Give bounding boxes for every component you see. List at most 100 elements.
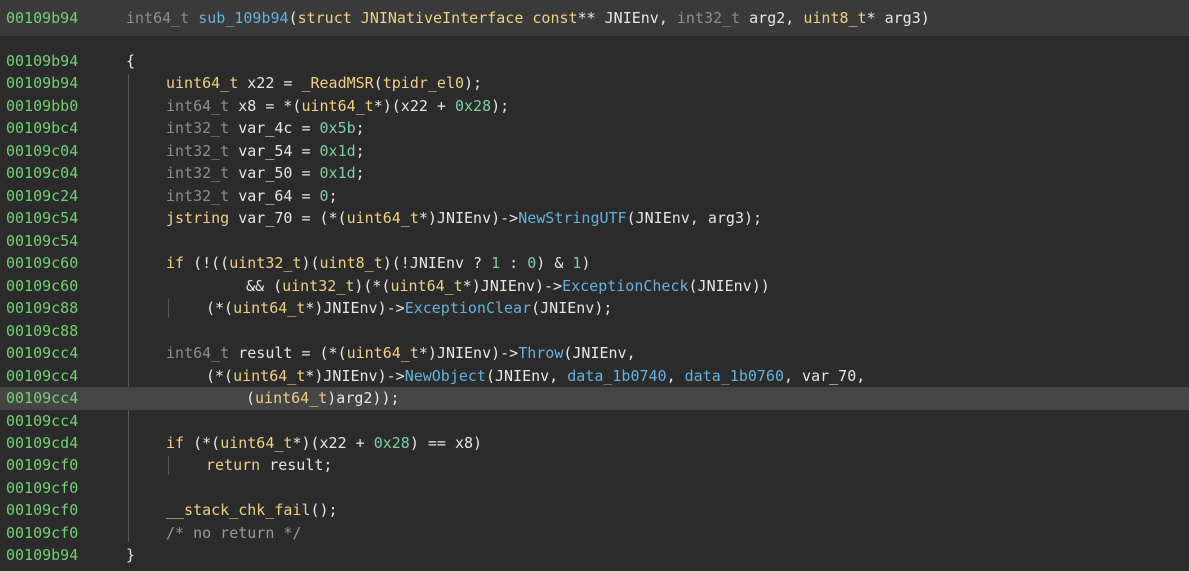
code-line-selected[interactable]: 00109cc4 (uint64_t)arg2)); [0,387,1189,410]
code-token[interactable]: (JNIEnv); [531,299,612,317]
code-token[interactable]: 0x1d [320,142,356,160]
code-token[interactable]: uint64_t [166,74,238,92]
code-token[interactable]: *)JNIEnv)-> [305,299,404,317]
code-token[interactable]: ; [356,164,365,182]
line-address[interactable]: 00109b94 [6,72,78,94]
line-address[interactable]: 00109c24 [6,185,78,207]
code-token[interactable]: (JNIEnv, [563,344,635,362]
code-token[interactable]: if [166,254,184,272]
code-token[interactable]: 0 [527,254,536,272]
code-token[interactable]: uint64_t [391,277,463,295]
line-code[interactable]: { [126,50,135,72]
line-address[interactable]: 00109cc4 [6,387,78,409]
line-code[interactable]: jstring var_70 = (*(uint64_t*)JNIEnv)->N… [166,207,762,229]
line-address[interactable]: 00109cf0 [6,454,78,476]
line-address[interactable]: 00109cc4 [6,365,78,387]
line-address[interactable]: 00109c88 [6,320,78,342]
code-token[interactable]: *)(x22 + [292,434,373,452]
code-token[interactable]: int32_t [166,187,229,205]
code-token[interactable]: )(!JNIEnv ? [383,254,491,272]
code-token[interactable]: ) == x8) [410,434,482,452]
line-address[interactable]: 00109bb0 [6,95,78,117]
code-line[interactable]: 00109c60 && (uint32_t)(*(uint64_t*)JNIEnv… [0,275,1189,297]
code-line[interactable]: 00109c88 [0,320,1189,342]
line-address[interactable]: 00109cf0 [6,477,78,499]
code-token[interactable]: sub_109b94 [198,9,288,27]
code-line[interactable]: 00109c60 if (!((uint32_t)(uint8_t)(!JNIEn… [0,252,1189,274]
line-address[interactable]: 00109bc4 [6,117,78,139]
code-token[interactable]: data_1b0760 [685,367,784,385]
code-token[interactable]: ( [289,9,298,27]
code-token[interactable]: (*( [206,367,233,385]
code-token[interactable]: && ( [246,277,282,295]
code-token[interactable]: tpidr_el0 [383,74,464,92]
line-address[interactable]: 00109cf0 [6,522,78,544]
code-line[interactable]: 00109c54 jstring var_70 = (*(uint64_t*)JN… [0,207,1189,229]
line-code[interactable]: if (!((uint32_t)(uint8_t)(!JNIEnv ? 1 : … [166,252,590,274]
code-token[interactable]: } [126,546,135,564]
code-token[interactable]: NewStringUTF [518,209,626,227]
code-token[interactable]: uint8_t [320,254,383,272]
code-token[interactable]: *)(x22 + [374,97,455,115]
code-line[interactable]: 00109cf0 /* no return */ [0,522,1189,544]
code-token[interactable]: var_70 = (*( [229,209,346,227]
line-code[interactable]: int32_t var_54 = 0x1d; [166,140,365,162]
code-token[interactable]: (JNIEnv, [486,367,567,385]
code-line[interactable]: 00109c04 int32_t var_50 = 0x1d; [0,162,1189,184]
line-code[interactable]: } [126,544,135,566]
code-token[interactable]: ; [329,187,338,205]
code-line[interactable]: 00109c04 int32_t var_54 = 0x1d; [0,140,1189,162]
code-token[interactable]: )( [301,254,319,272]
code-token[interactable]: : [500,254,527,272]
code-line[interactable]: 00109bb0 int64_t x8 = *(uint64_t*)(x22 + … [0,95,1189,117]
code-token[interactable]: _ReadMSR [301,74,373,92]
code-token[interactable]: struct JNINativeInterface const [298,9,578,27]
code-token[interactable]: ; [356,142,365,160]
code-token[interactable]: uint64_t [233,367,305,385]
code-token[interactable]: ); [464,74,482,92]
line-code[interactable]: int32_t var_4c = 0x5b; [166,117,365,139]
code-line[interactable]: 00109cc4 (*(uint64_t*)JNIEnv)->NewObject(… [0,365,1189,387]
code-token[interactable]: (); [311,501,338,519]
code-token[interactable]: 1 [491,254,500,272]
code-token[interactable]: *)JNIEnv)-> [419,344,518,362]
code-token[interactable]: uint32_t [229,254,301,272]
code-token[interactable]: var_4c = [229,119,319,137]
code-token[interactable]: (!(( [184,254,229,272]
code-token[interactable]: , [667,367,685,385]
code-token[interactable]: NewObject [405,367,486,385]
line-code[interactable]: (*(uint64_t*)JNIEnv)->NewObject(JNIEnv, … [206,365,865,387]
code-token[interactable]: *)JNIEnv)-> [419,209,518,227]
code-line[interactable]: 00109cf0 [0,477,1189,499]
line-address[interactable]: 00109c04 [6,140,78,162]
line-code[interactable]: int32_t var_64 = 0; [166,185,338,207]
code-token[interactable]: int64_t [166,344,229,362]
code-token[interactable]: uint64_t [301,97,373,115]
line-code[interactable]: /* no return */ [166,522,301,544]
code-token[interactable]: { [126,52,135,70]
line-address[interactable]: 00109c54 [6,207,78,229]
line-code[interactable]: int64_t result = (*(uint64_t*)JNIEnv)->T… [166,342,636,364]
code-line[interactable]: 00109b94} [0,544,1189,566]
line-address[interactable]: 00109cd4 [6,432,78,454]
code-line[interactable]: 00109bc4 int32_t var_4c = 0x5b; [0,117,1189,139]
code-token[interactable]: 0x1d [320,164,356,182]
code-token[interactable]: /* no return */ [166,524,301,542]
function-signature-row[interactable]: 00109b94 int64_t sub_109b94(struct JNINa… [0,0,1189,36]
line-code[interactable]: return result; [206,454,332,476]
code-token[interactable]: data_1b0740 [567,367,666,385]
code-token[interactable]: (JNIEnv)) [689,277,770,295]
code-token[interactable]: if [166,434,184,452]
code-token[interactable]: ExceptionCheck [562,277,688,295]
line-code[interactable]: (uint64_t)arg2)); [246,387,400,409]
code-token[interactable]: uint64_t [233,299,305,317]
code-token[interactable]: ) [581,254,590,272]
code-token[interactable]: )(*( [354,277,390,295]
code-token[interactable]: return [206,456,260,474]
code-token[interactable]: 0x5b [320,119,356,137]
code-token[interactable]: 0 [320,187,329,205]
code-token[interactable]: uint64_t [347,209,419,227]
code-token[interactable]: (*( [184,434,220,452]
line-code[interactable]: if (*(uint64_t*)(x22 + 0x28) == x8) [166,432,482,454]
code-token[interactable]: 0x28 [374,434,410,452]
